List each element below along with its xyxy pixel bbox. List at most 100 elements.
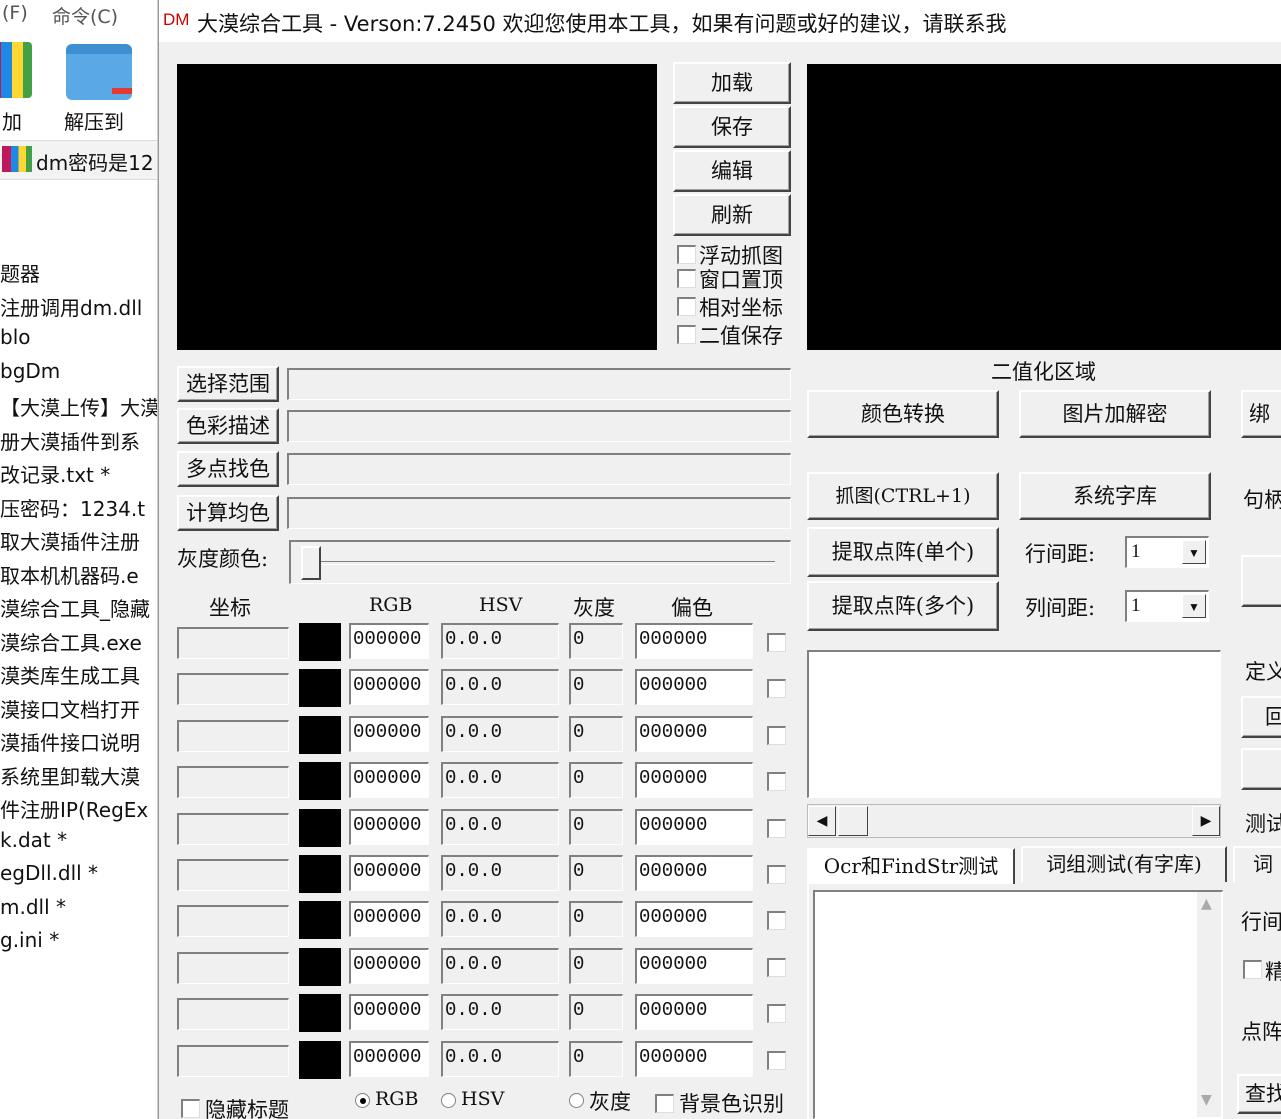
- hsv-field[interactable]: 0.0.0: [441, 669, 559, 706]
- option-checkbox-float-capture[interactable]: [677, 245, 696, 264]
- option-checkbox-window-topmost[interactable]: [677, 269, 696, 288]
- chevron-down-icon[interactable]: ▼: [1182, 594, 1206, 618]
- average-color-button[interactable]: 计算均色: [177, 495, 279, 531]
- row-checkbox[interactable]: [767, 1050, 786, 1070]
- bg-color-recog-checkbox[interactable]: [655, 1094, 674, 1113]
- offset-field[interactable]: 000000: [635, 715, 753, 752]
- gray-slider[interactable]: [289, 540, 791, 584]
- row-checkbox[interactable]: [767, 725, 786, 745]
- hsv-field[interactable]: 0.0.0: [441, 901, 559, 938]
- rgb-field[interactable]: 000000: [349, 808, 429, 845]
- row-spacing-select[interactable]: 1 ▼: [1125, 536, 1209, 568]
- capture-button[interactable]: 抓图(CTRL+1): [807, 472, 999, 520]
- ocr-result-area[interactable]: [813, 890, 1223, 1119]
- result-text-area[interactable]: [807, 650, 1221, 798]
- hsv-field[interactable]: 0.0.0: [441, 808, 559, 845]
- gray-field[interactable]: 0: [569, 623, 623, 659]
- file-list-item[interactable]: 注册调用dm.dll: [0, 292, 142, 321]
- tab-more[interactable]: 词: [1233, 846, 1281, 882]
- offset-field[interactable]: 000000: [635, 623, 753, 659]
- right-edge-button-2[interactable]: [1241, 748, 1281, 790]
- offset-field[interactable]: 000000: [635, 947, 753, 984]
- file-list-item[interactable]: 件注册IP(RegEx: [0, 794, 148, 823]
- file-list-item[interactable]: 漠插件接口说明: [0, 727, 140, 756]
- row-checkbox[interactable]: [767, 957, 786, 977]
- toolbar-add-label[interactable]: 加: [2, 106, 22, 135]
- rgb-field[interactable]: 000000: [349, 855, 429, 891]
- edit-button[interactable]: 编辑: [673, 150, 791, 192]
- file-list-item[interactable]: 漠接口文档打开: [0, 694, 140, 723]
- find-button[interactable]: 查找: [1237, 1074, 1281, 1114]
- scroll-up-icon[interactable]: ▲: [1201, 896, 1212, 912]
- file-list-item[interactable]: 取本机机器码.e: [0, 560, 139, 589]
- row-checkbox[interactable]: [767, 679, 786, 699]
- vertical-scrollbar[interactable]: ▲ ▼: [1197, 892, 1221, 1117]
- row-checkbox[interactable]: [767, 633, 786, 652]
- save-button[interactable]: 保存: [673, 106, 791, 148]
- file-list-item[interactable]: 漠综合工具.exe: [0, 627, 142, 656]
- rgb-field[interactable]: 000000: [349, 623, 429, 659]
- file-list-item[interactable]: m.dll *: [0, 895, 66, 919]
- extract-multi-button[interactable]: 提取点阵(多个): [807, 581, 999, 631]
- rgb-field[interactable]: 000000: [349, 715, 429, 752]
- coord-field[interactable]: [177, 673, 289, 706]
- file-list-item[interactable]: 漠综合工具_隐藏: [0, 593, 150, 622]
- offset-field[interactable]: 000000: [635, 669, 753, 706]
- coord-field[interactable]: [177, 1044, 289, 1077]
- radio-hsv[interactable]: [441, 1093, 456, 1108]
- row-checkbox[interactable]: [767, 772, 786, 792]
- hsv-field[interactable]: 0.0.0: [441, 1040, 559, 1077]
- rgb-field[interactable]: 000000: [349, 762, 429, 799]
- coord-field[interactable]: [177, 766, 289, 799]
- chevron-down-icon[interactable]: ▼: [1182, 540, 1206, 564]
- rgb-field[interactable]: 000000: [349, 1040, 429, 1077]
- file-list-item[interactable]: 改记录.txt *: [0, 459, 110, 488]
- refresh-button[interactable]: 刷新: [673, 194, 791, 236]
- coord-field[interactable]: [177, 951, 289, 984]
- menu-command[interactable]: 命令(C): [52, 2, 118, 29]
- multi-point-color-field[interactable]: [287, 453, 791, 485]
- offset-field[interactable]: 000000: [635, 994, 753, 1031]
- extract-single-button[interactable]: 提取点阵(单个): [807, 527, 999, 577]
- image-encrypt-button[interactable]: 图片加解密: [1019, 390, 1211, 438]
- color-desc-field[interactable]: [287, 410, 791, 442]
- gray-field[interactable]: 0: [569, 669, 623, 706]
- hsv-field[interactable]: 0.0.0: [441, 855, 559, 891]
- color-convert-button[interactable]: 颜色转换: [807, 390, 999, 438]
- row-checkbox[interactable]: [767, 865, 786, 884]
- gray-field[interactable]: 0: [569, 994, 623, 1031]
- coord-field[interactable]: [177, 905, 289, 938]
- file-list-item[interactable]: bgDm: [0, 359, 60, 383]
- hsv-field[interactable]: 0.0.0: [441, 715, 559, 752]
- system-font-button[interactable]: 系统字库: [1019, 472, 1211, 520]
- hsv-field[interactable]: 0.0.0: [441, 623, 559, 659]
- gray-field[interactable]: 0: [569, 947, 623, 984]
- file-list-item[interactable]: 题器: [0, 258, 40, 287]
- file-list-item[interactable]: 册大漠插件到系: [0, 426, 140, 455]
- hsv-field[interactable]: 0.0.0: [441, 762, 559, 799]
- offset-field[interactable]: 000000: [635, 901, 753, 938]
- radio-rgb[interactable]: [355, 1093, 370, 1108]
- file-list-item[interactable]: 漠类库生成工具: [0, 660, 140, 689]
- rgb-field[interactable]: 000000: [349, 947, 429, 984]
- file-list-item[interactable]: g.ini *: [0, 928, 59, 952]
- rgb-field[interactable]: 000000: [349, 669, 429, 706]
- rgb-field[interactable]: 000000: [349, 901, 429, 938]
- file-list-item[interactable]: 取大漠插件注册: [0, 526, 140, 555]
- file-list-item[interactable]: 压密码：1234.t: [0, 493, 145, 522]
- rgb-field[interactable]: 000000: [349, 994, 429, 1031]
- hsv-field[interactable]: 0.0.0: [441, 994, 559, 1031]
- scroll-down-icon[interactable]: ▼: [1201, 1092, 1212, 1108]
- scroll-right-icon[interactable]: ▶: [1192, 806, 1220, 836]
- coord-field[interactable]: [177, 627, 289, 659]
- offset-field[interactable]: 000000: [635, 1040, 753, 1077]
- radio-gray[interactable]: [569, 1093, 584, 1108]
- gray-field[interactable]: 0: [569, 1040, 623, 1077]
- gray-field[interactable]: 0: [569, 762, 623, 799]
- offset-field[interactable]: 000000: [635, 808, 753, 845]
- gray-field[interactable]: 0: [569, 808, 623, 845]
- color-desc-button[interactable]: 色彩描述: [177, 408, 279, 444]
- right-edge-button[interactable]: [1241, 555, 1281, 607]
- file-list-item[interactable]: blo: [0, 325, 31, 349]
- horizontal-scrollbar[interactable]: ◀ ▶: [807, 804, 1221, 838]
